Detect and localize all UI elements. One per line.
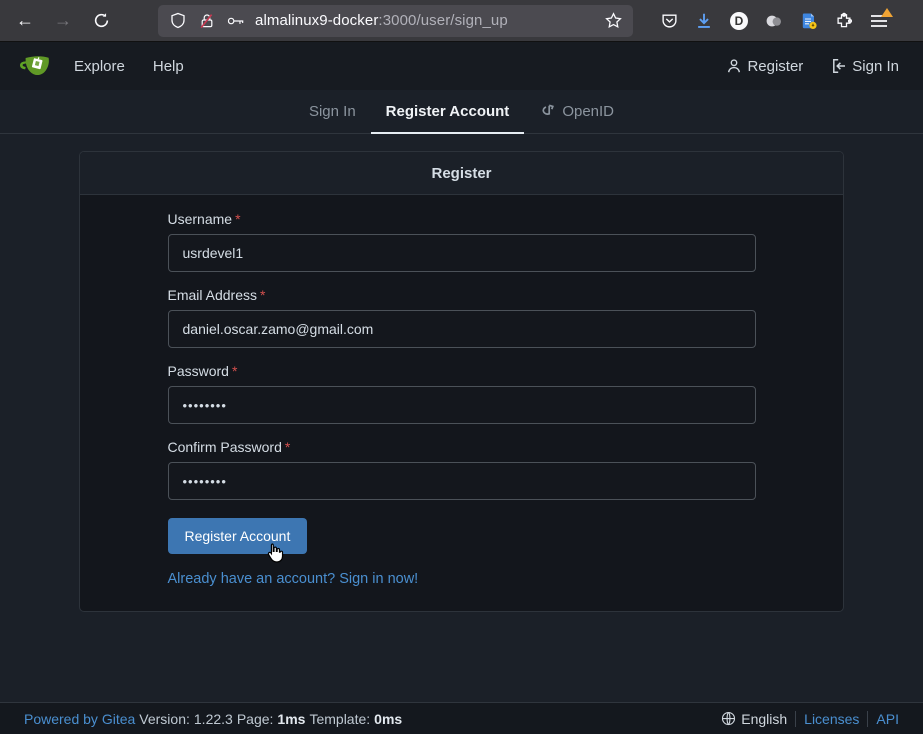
document-extension-icon[interactable] (799, 11, 819, 31)
key-icon[interactable] (226, 11, 246, 31)
nav-signin-label: Sign In (852, 58, 899, 75)
password-field-group: Password* (168, 363, 756, 424)
nav-item-signin[interactable]: Sign In (817, 42, 913, 90)
nav-item-explore[interactable]: Explore (60, 42, 139, 90)
downloads-icon[interactable] (694, 11, 714, 31)
person-icon (726, 58, 742, 74)
browser-toolbar: ← → almalinux9-docker:3000/user/sign_up (0, 0, 923, 42)
url-text[interactable]: almalinux9-docker:3000/user/sign_up (255, 12, 594, 29)
register-form: Username* Email Address* Password* Confi… (80, 195, 843, 611)
password-label: Password* (168, 363, 756, 379)
nav-explore-label: Explore (74, 58, 125, 75)
reload-icon (93, 12, 110, 29)
required-marker: * (285, 439, 290, 455)
page-time-label: Page: (237, 711, 274, 727)
footer-right: English Licenses API (721, 711, 899, 727)
version-label: Version: (139, 711, 190, 727)
language-selector[interactable]: English (721, 711, 787, 727)
confirm-password-field-group: Confirm Password* (168, 439, 756, 500)
email-label: Email Address* (168, 287, 756, 303)
page-content: Register Username* Email Address* Passwo… (0, 134, 923, 702)
register-card: Register Username* Email Address* Passwo… (79, 151, 844, 612)
nav-item-help[interactable]: Help (139, 42, 198, 90)
sign-in-icon (831, 58, 847, 74)
reload-button[interactable] (86, 6, 116, 36)
nav-help-label: Help (153, 58, 184, 75)
register-account-button[interactable]: Register Account (168, 518, 308, 554)
tab-openid[interactable]: OpenID (524, 90, 629, 134)
version-value: 1.22.3 (194, 711, 233, 727)
bookmark-star-icon[interactable] (603, 11, 623, 31)
language-label: English (741, 711, 787, 727)
extension-icons: D (659, 11, 889, 31)
screen: { "browser": { "url_host": "almalinux9-d… (0, 0, 923, 734)
duckduckgo-extension-icon[interactable]: D (729, 11, 749, 31)
api-link[interactable]: API (876, 711, 899, 727)
tab-register-account-label: Register Account (386, 103, 510, 120)
template-time-label: Template: (309, 711, 370, 727)
confirm-password-input[interactable] (168, 462, 756, 500)
pocket-icon[interactable] (659, 11, 679, 31)
username-input[interactable] (168, 234, 756, 272)
tab-sign-in-label: Sign In (309, 103, 356, 120)
insecure-lock-icon[interactable] (197, 11, 217, 31)
gitea-logo[interactable] (18, 51, 52, 81)
required-marker: * (260, 287, 265, 303)
footer-left: Powered by Gitea Version: 1.22.3 Page: 1… (24, 711, 402, 727)
nav-register-label: Register (747, 58, 803, 75)
email-input[interactable] (168, 310, 756, 348)
menu-hamburger-icon[interactable] (869, 11, 889, 31)
globe-icon (721, 711, 736, 726)
site-navbar: Explore Help Register Sign In (0, 42, 923, 90)
required-marker: * (235, 211, 240, 227)
d-letter-badge: D (730, 12, 748, 30)
update-warning-badge (881, 8, 893, 17)
password-input[interactable] (168, 386, 756, 424)
card-title: Register (80, 152, 843, 195)
sign-in-now-link[interactable]: Already have an account? Sign in now! (168, 571, 419, 587)
licenses-link[interactable]: Licenses (804, 711, 859, 727)
extensions-puzzle-icon[interactable] (834, 11, 854, 31)
username-field-group: Username* (168, 211, 756, 272)
confirm-password-label: Confirm Password* (168, 439, 756, 455)
tab-openid-label: OpenID (562, 103, 614, 120)
openid-icon (539, 103, 556, 120)
footer-divider (795, 711, 796, 727)
page-time-value: 1ms (277, 711, 305, 727)
url-path: :3000/user/sign_up (378, 12, 507, 29)
tab-sign-in[interactable]: Sign In (294, 90, 371, 134)
email-field-group: Email Address* (168, 287, 756, 348)
back-button[interactable]: ← (10, 6, 40, 36)
nav-item-register[interactable]: Register (712, 42, 817, 90)
url-host: almalinux9-docker (255, 12, 378, 29)
template-time-value: 0ms (374, 711, 402, 727)
forward-button[interactable]: → (48, 6, 78, 36)
gray-orb-extension-icon[interactable] (764, 11, 784, 31)
required-marker: * (232, 363, 237, 379)
tab-register-account[interactable]: Register Account (371, 90, 525, 134)
shield-icon[interactable] (168, 11, 188, 31)
username-label: Username* (168, 211, 756, 227)
powered-by-gitea-link[interactable]: Powered by Gitea (24, 711, 135, 727)
url-bar[interactable]: almalinux9-docker:3000/user/sign_up (158, 5, 633, 37)
site-footer: Powered by Gitea Version: 1.22.3 Page: 1… (0, 702, 923, 734)
auth-tab-bar: Sign In Register Account OpenID (0, 90, 923, 134)
footer-divider (867, 711, 868, 727)
